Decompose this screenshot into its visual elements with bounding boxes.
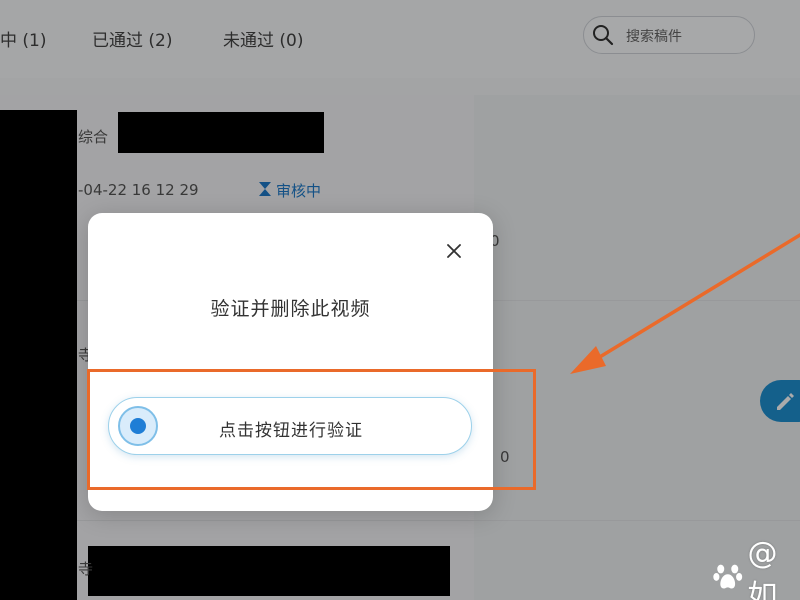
verify-delete-dialog: 验证并删除此视频 点击按钮进行验证 [88, 213, 493, 511]
verify-button-label: 点击按钮进行验证 [219, 421, 363, 441]
close-icon[interactable] [443, 240, 465, 262]
verify-button[interactable]: 点击按钮进行验证 [108, 397, 472, 455]
watermark-text: @如 [747, 536, 778, 600]
paw-logo-icon [713, 564, 743, 588]
dialog-title: 验证并删除此视频 [210, 298, 371, 320]
watermark: @如 [712, 536, 800, 600]
